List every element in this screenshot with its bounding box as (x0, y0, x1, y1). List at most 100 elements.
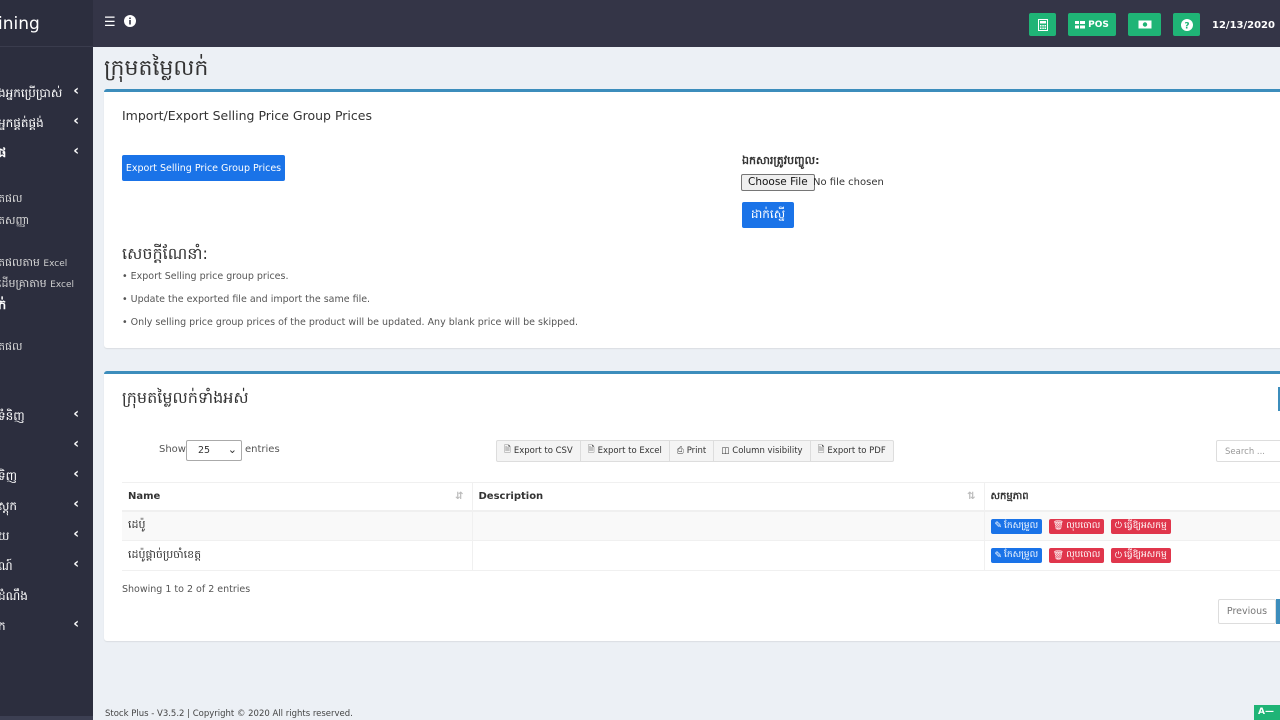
edit-label: កែសម្រួល (1004, 550, 1039, 561)
sidebar-subitem-label: ក់ (0, 298, 7, 313)
sidebar-item-label: យ (0, 529, 10, 543)
cell-actions: ✎ កែសម្រួល 🗑 លុបចោល ⏻ ធ្វើឱ្យអសកម្ម (983, 510, 1280, 541)
export-csv-label: Export to CSV (513, 446, 573, 456)
edit-button[interactable]: ✎ កែសម្រួល (990, 548, 1043, 564)
delete-button[interactable]: 🗑 លុបចោល (1048, 548, 1105, 564)
instruction-item: • Only selling price group prices of the… (122, 317, 579, 328)
print-label: Print (686, 446, 707, 456)
trash-icon: 🗑 (1052, 521, 1065, 531)
import-export-box: Import/Export Selling Price Group Prices… (104, 89, 1280, 348)
sidebar-subitem-products[interactable]: តផល (0, 189, 93, 211)
question-icon: ? (1180, 18, 1193, 31)
chevron-left-icon: ‹ (73, 436, 79, 452)
brand[interactable]: ining (0, 0, 93, 47)
selling-price-groups-table: Name ⇵ Description ⇅ សកម្មភាព ដេប៉ូ ✎ កែសម្… (122, 482, 1280, 571)
column-header-description[interactable]: Description ⇅ (471, 482, 984, 512)
pos-label: POS (1088, 19, 1109, 30)
export-excel-button[interactable]: 🗎 Export to Excel (581, 441, 670, 461)
column-header-label: Description (478, 490, 544, 502)
sidebar-item-sales[interactable]: ទិញ ‹ (0, 465, 93, 487)
sidebar: ining ងអ្នកប្រើប្រាស់ ‹ អ្នកផ្គត់ផ្គង់ ‹ ផ… (0, 0, 93, 720)
instruction-item: • Export Selling price group prices. (122, 271, 289, 282)
brand-name: ining (0, 14, 40, 34)
box-title: ក្រុមតម្លៃលក់ទាំងអស់ (122, 388, 249, 407)
chevron-left-icon: ‹ (73, 616, 79, 632)
column-header-label: សកម្មភាព (990, 490, 1029, 502)
sidebar-item-products[interactable]: ផ ‹ (0, 142, 93, 164)
sort-icon: ⇅ (967, 491, 976, 502)
sidebar-subitem-import-products[interactable]: តផលតាម Excel (0, 253, 93, 275)
sidebar-item-purchases[interactable]: ទំនិញ ‹ (0, 405, 93, 427)
cell-name: ដេប៉ូ (122, 510, 472, 541)
sidebar-subitem-label: តសញ្ញា (0, 214, 30, 227)
page-size-select[interactable]: 25 ⌄ (186, 440, 242, 461)
chevron-left-icon: ‹ (73, 406, 79, 422)
column-header-label: Name (128, 490, 161, 502)
sidebar-item-stock[interactable]: ស្តុក ‹ (0, 495, 93, 517)
edit-icon: ✎ (994, 550, 1003, 561)
cash-register-button[interactable] (1128, 13, 1161, 36)
delete-label: លុបចោល (1066, 520, 1101, 531)
entries-label: entries (245, 444, 280, 455)
previous-page-button[interactable]: Previous (1218, 599, 1276, 624)
table-info: Showing 1 to 2 of 2 entries (122, 584, 251, 595)
pos-button[interactable]: POS (1068, 13, 1116, 36)
footer-text: Stock Plus - V3.5.2 | Copyright © 2020 A… (105, 709, 353, 719)
deactivate-label: ធ្វើឱ្យអសកម្ម (1124, 550, 1167, 561)
sidebar-subitem-brands[interactable]: តសញ្ញា (0, 211, 93, 233)
info-icon[interactable] (124, 15, 136, 31)
export-csv-button[interactable]: 🗎 Export to CSV (497, 441, 581, 461)
deactivate-button[interactable]: ⏻ ធ្វើឱ្យអសកម្ម (1110, 518, 1171, 534)
print-button[interactable]: ⎙ Print (670, 441, 715, 461)
column-header-name[interactable]: Name ⇵ (122, 482, 472, 512)
sidebar-subitem-import-opening-stock[interactable]: ដើមគ្រាតាម Excel (0, 274, 93, 296)
power-icon: ⏻ (1114, 521, 1122, 531)
delete-label: លុបចោល (1066, 550, 1101, 561)
accessibility-button[interactable]: A— (1254, 705, 1280, 720)
sidebar-item-blank[interactable]: ‹ (0, 435, 93, 457)
sidebar-item-users[interactable]: ងអ្នកប្រើប្រាស់ ‹ (0, 82, 93, 104)
submit-button[interactable]: ដាក់ស្នើ (742, 202, 794, 228)
calculator-button[interactable] (1029, 13, 1056, 36)
cell-description (471, 510, 984, 541)
sidebar-item-settings[interactable]: ក ‹ (0, 615, 93, 637)
calculator-icon (1037, 18, 1048, 31)
svg-text:?: ? (1184, 21, 1189, 31)
deactivate-button[interactable]: ⏻ ធ្វើឱ្យអសកម្ម (1110, 548, 1171, 564)
table-row: ដេប៉ូ ✎ កែសម្រួល 🗑 លុបចោល ⏻ ធ្វើឱ្យអសកម្ម (122, 510, 1280, 541)
no-file-text: No file chosen (813, 177, 884, 188)
show-label: Show (159, 444, 186, 455)
delete-button[interactable]: 🗑 លុបចោល (1048, 518, 1105, 534)
sidebar-scrollbar[interactable] (0, 716, 93, 720)
sidebar-item-label: ទិញ (0, 469, 18, 483)
sidebar-item-reports[interactable]: ណ៍ ‹ (0, 555, 93, 577)
column-visibility-button[interactable]: ◫ Column visibility (714, 441, 811, 461)
help-button[interactable]: ? (1173, 13, 1200, 36)
sidebar-subitem-suffix: Excel (43, 259, 68, 269)
sidebar-subitem-selling-price-group[interactable]: ក់ (0, 294, 93, 316)
sidebar-subitem-suffix: Excel (50, 280, 75, 290)
export-selling-price-button[interactable]: Export Selling Price Group Prices (122, 155, 285, 181)
current-page-button[interactable] (1276, 599, 1280, 624)
cell-name: ដេប៉ូផ្តាច់ប្រចាំខេត្ត (122, 540, 472, 571)
sidebar-item-label: ស្តុក (0, 499, 18, 513)
cell-description (471, 540, 984, 571)
sidebar-subitem-units[interactable]: តផល (0, 337, 93, 359)
sidebar-item-label: ងអ្នកប្រើប្រាស់ (0, 86, 63, 100)
edit-button[interactable]: ✎ កែសម្រួល (990, 518, 1043, 534)
chevron-left-icon: ‹ (73, 83, 79, 99)
edit-icon: ✎ (994, 521, 1003, 531)
export-pdf-button[interactable]: 🗎 Export to PDF (811, 441, 893, 461)
search-input[interactable]: Search ... (1216, 440, 1280, 462)
sidebar-item-label: ដំណឹង (0, 589, 28, 603)
chevron-left-icon: ‹ (73, 466, 79, 482)
sidebar-item-expenses[interactable]: យ ‹ (0, 525, 93, 547)
hamburger-icon[interactable]: ☰ (104, 15, 116, 30)
sidebar-item-label: អ្នកផ្គត់ផ្គង់ (0, 116, 44, 130)
page-title: ក្រុមតម្លៃលក់ (104, 56, 209, 81)
sidebar-item-suppliers[interactable]: អ្នកផ្គត់ផ្គង់ ‹ (0, 112, 93, 134)
sidebar-subitem-label: ដើមគ្រាតាម (0, 277, 47, 290)
sidebar-item-notifications[interactable]: ដំណឹង (0, 585, 93, 607)
columns-icon: ◫ (721, 446, 730, 456)
choose-file-button[interactable]: Choose File (741, 174, 815, 191)
